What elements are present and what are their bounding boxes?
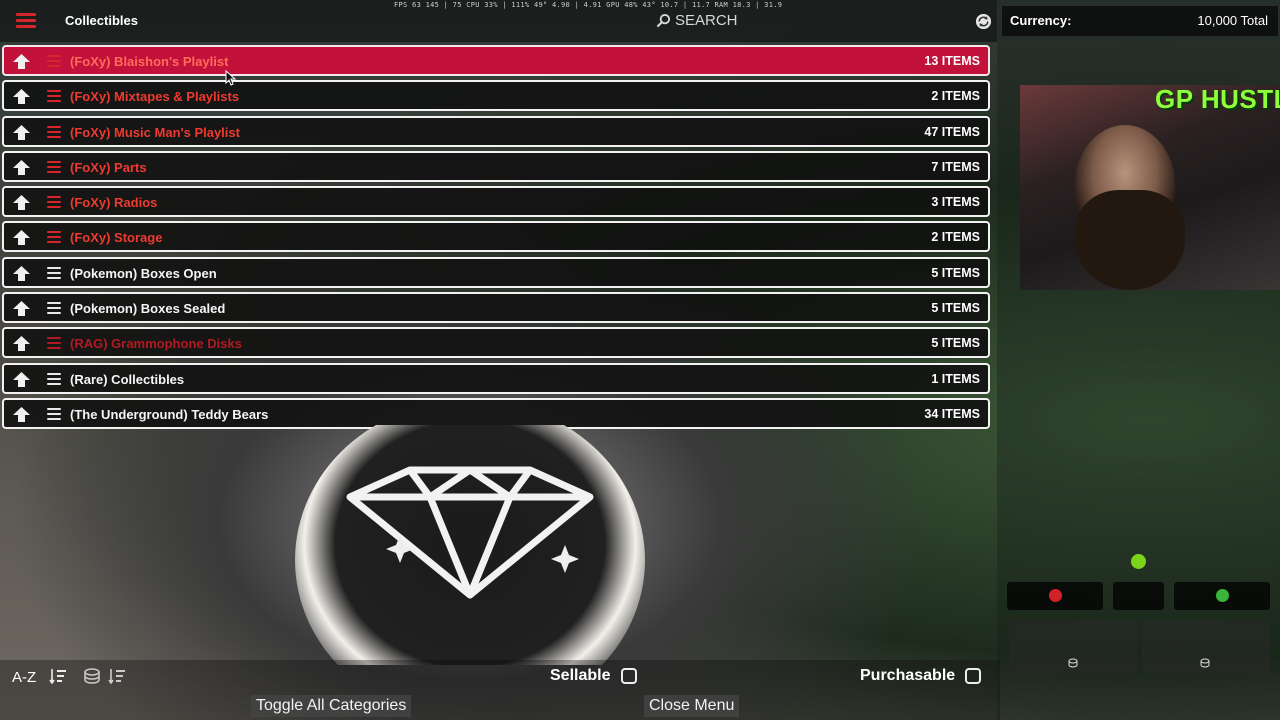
currency-value: 10,000 Total [1197,13,1268,28]
category-item-count: 2 ITEMS [931,89,980,104]
category-item-count: 7 ITEMS [931,159,980,174]
collapse-arrow-icon[interactable] [13,301,30,317]
minus-icon [1049,589,1062,602]
collapse-arrow-icon[interactable] [13,159,30,175]
category-name: (Pokemon) Boxes Open [70,265,217,281]
category-item-count: 5 ITEMS [931,301,980,316]
search-box[interactable]: SEARCH [656,12,738,29]
category-list-icon [47,55,61,67]
coin-icon [1200,658,1210,668]
category-row[interactable]: (Pokemon) Boxes Sealed 5 ITEMS [2,292,990,324]
category-name: (The Underground) Teddy Bears [70,406,269,422]
category-item-count: 47 ITEMS [924,124,980,139]
category-name: (FoXy) Radios [70,195,158,211]
category-row[interactable]: (Rare) Collectibles 1 ITEMS [2,362,990,394]
category-list-icon [47,160,61,173]
toggle-all-categories-button[interactable]: Toggle All Categories [251,695,412,717]
coin-icon [1068,658,1078,668]
sort-az-label: A-Z [12,669,37,686]
menu-icon[interactable] [16,13,36,29]
close-menu-button[interactable]: Close Menu [644,695,740,717]
bottom-bar [0,660,1000,720]
webcam-overlay-text: GP HUSTLA [1155,84,1280,114]
category-name: (FoXy) Music Man's Playlist [70,124,240,140]
collapse-arrow-icon[interactable] [13,54,30,69]
mouse-cursor-icon [225,70,237,86]
category-item-count: 2 ITEMS [931,230,980,245]
collapse-arrow-icon[interactable] [13,336,30,352]
performance-overlay: FPS 63 145 | 75 CPU 33% | 111% 49° 4.90 … [394,1,783,9]
category-list-icon [47,372,61,385]
category-item-count: 1 ITEMS [931,371,980,386]
category-list-icon [47,337,61,350]
category-row[interactable]: (FoXy) Radios 3 ITEMS [2,186,990,218]
category-item-count: 34 ITEMS [924,406,980,421]
category-name: (FoXy) Blaishon's Playlist [70,54,229,69]
category-item-count: 13 ITEMS [924,54,980,68]
sort-alpha-icon[interactable] [49,668,67,684]
category-name: (FoXy) Mixtapes & Playlists [70,89,240,105]
streamer-beard [1075,190,1185,290]
category-name: (Rare) Collectibles [70,371,185,387]
category-list-icon [47,407,61,420]
purchasable-checkbox[interactable] [965,668,981,684]
collapse-arrow-icon[interactable] [13,406,30,422]
collapse-arrow-icon[interactable] [13,195,30,211]
collapse-arrow-icon[interactable] [13,230,30,246]
category-row[interactable]: (FoXy) Blaishon's Playlist 13 ITEMS [2,45,990,76]
category-list-icon [47,302,61,315]
page-title: Collectibles [65,13,138,28]
category-row[interactable]: (FoXy) Storage 2 ITEMS [2,221,990,253]
category-item-count: 3 ITEMS [931,195,980,210]
search-icon [656,13,671,28]
category-row[interactable]: (FoXy) Parts 7 ITEMS [2,150,990,182]
collapse-arrow-icon[interactable] [13,89,30,105]
category-list: (FoXy) Blaishon's Playlist 13 ITEMS (FoXy)… [2,45,990,433]
category-name: (RAG) Grammophone Disks [70,336,242,352]
category-list-icon [47,125,61,138]
category-row[interactable]: (RAG) Grammophone Disks 5 ITEMS [2,327,990,359]
diamond-emblem [295,425,645,665]
category-list-icon [47,266,61,279]
category-name: (Pokemon) Boxes Sealed [70,301,226,317]
coin-stack-icon[interactable] [83,668,101,684]
plus-icon [1216,589,1229,602]
purchasable-label: Purchasable [860,667,956,684]
category-name: (FoXy) Storage [70,230,163,246]
search-label: SEARCH [675,12,738,29]
category-list-icon [47,90,61,103]
refresh-icon[interactable] [975,13,992,30]
category-row[interactable]: (FoXy) Mixtapes & Playlists 2 ITEMS [2,80,990,112]
currency-label: Currency: [1010,13,1072,28]
sort-price-icon[interactable] [108,668,126,684]
quantity-field[interactable] [1113,582,1164,610]
category-row[interactable]: (Pokemon) Boxes Open 5 ITEMS [2,256,990,288]
sellable-label: Sellable [550,667,611,684]
category-list-icon [47,196,61,209]
category-item-count: 5 ITEMS [931,265,980,280]
category-list-icon [47,231,61,244]
category-row[interactable]: (FoXy) Music Man's Playlist 47 ITEMS [2,115,990,147]
category-name: (FoXy) Parts [70,159,147,175]
category-item-count: 5 ITEMS [931,336,980,351]
collapse-arrow-icon[interactable] [13,124,30,140]
info-icon[interactable] [1131,554,1146,569]
sellable-checkbox[interactable] [621,668,637,684]
collapse-arrow-icon[interactable] [13,265,30,281]
collapse-arrow-icon[interactable] [13,371,30,387]
